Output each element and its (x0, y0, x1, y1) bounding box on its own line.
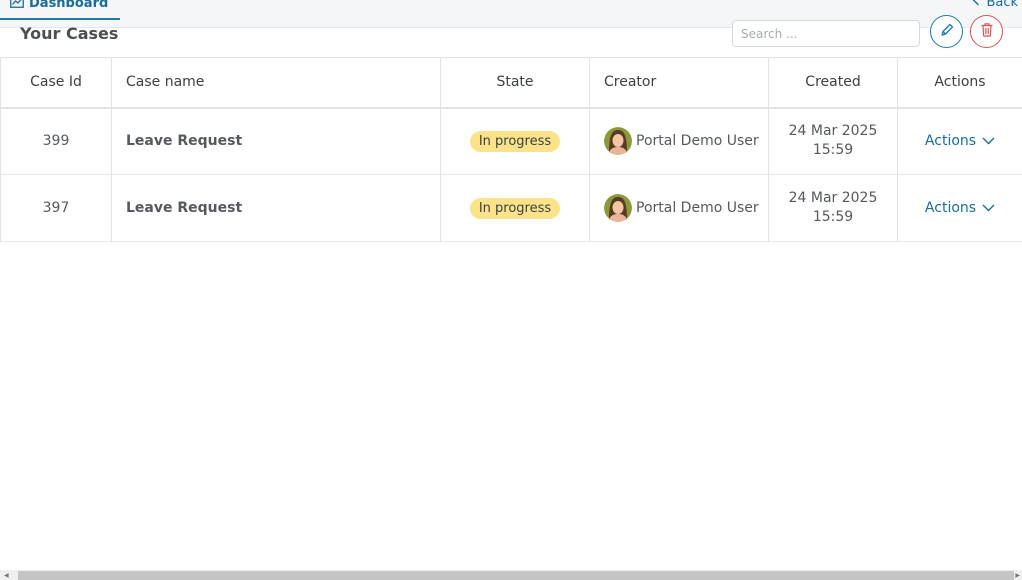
actions-label: Actions (924, 200, 977, 216)
col-header-creator[interactable]: Creator (589, 57, 769, 108)
creator-name: Portal Demo User (636, 200, 759, 216)
state-cell: In progress (440, 174, 590, 242)
created-date: 24 Mar 2025 (788, 190, 878, 206)
col-header-created[interactable]: Created (768, 57, 898, 108)
created-date: 24 Mar 2025 (788, 123, 878, 140)
scrollbar-thumb[interactable] (18, 571, 1014, 580)
status-badge: In progress (469, 197, 561, 219)
scroll-left-arrow-icon[interactable]: ◀ (4, 572, 9, 579)
created-time: 15:59 (812, 209, 854, 225)
page-title: Your Cases (20, 24, 119, 43)
actions-dropdown[interactable]: Actions (925, 133, 995, 149)
table-header-row: Case Id Case name State Creator Created … (0, 57, 1022, 108)
tab-dashboard-label: Dashboard (29, 0, 109, 11)
creator-cell: Portal Demo User (589, 107, 769, 175)
cases-header: Your Cases (0, 15, 1022, 57)
actions-label: Actions (924, 133, 977, 150)
dashboard-chart-icon (10, 0, 29, 11)
pencil-icon (939, 22, 955, 42)
trash-icon (980, 22, 994, 42)
chevron-down-icon (976, 200, 995, 216)
status-badge: In progress (469, 130, 561, 152)
back-link[interactable]: Back (972, 0, 1018, 10)
horizontal-scrollbar[interactable]: ◀ ▶ (0, 570, 1022, 580)
case-name[interactable]: Leave Request (111, 107, 441, 175)
edit-button[interactable] (930, 15, 963, 48)
delete-button[interactable] (970, 15, 1003, 48)
col-header-case-name[interactable]: Case name (111, 57, 441, 108)
state-cell: In progress (440, 107, 590, 175)
actions-cell: Actions (897, 174, 1022, 242)
tab-dashboard[interactable]: Dashboard (0, 0, 120, 20)
case-name[interactable]: Leave Request (111, 174, 441, 242)
chevron-down-icon (976, 133, 995, 149)
avatar (604, 194, 632, 222)
col-header-state[interactable]: State (440, 57, 590, 108)
created-cell: 24 Mar 2025 15:59 (768, 174, 898, 242)
scroll-right-arrow-icon[interactable]: ▶ (1015, 572, 1020, 579)
actions-dropdown[interactable]: Actions (925, 200, 995, 216)
chevron-left-icon (972, 0, 986, 10)
avatar (604, 127, 632, 156)
col-header-actions: Actions (897, 57, 1022, 108)
table-row[interactable]: 397 Leave Request In progress Portal Dem… (0, 174, 1022, 242)
col-header-case-id[interactable]: Case Id (0, 57, 112, 108)
back-label: Back (986, 0, 1018, 10)
table-row[interactable]: 399 Leave Request In progress Portal Dem… (0, 107, 1022, 175)
created-cell: 24 Mar 2025 15:59 (768, 107, 898, 175)
case-id: 397 (0, 174, 112, 242)
creator-cell: Portal Demo User (589, 174, 769, 242)
search-input[interactable] (732, 20, 920, 47)
created-time: 15:59 (812, 142, 854, 159)
case-id: 399 (0, 107, 112, 175)
actions-cell: Actions (897, 107, 1022, 175)
cases-table: Case Id Case name State Creator Created … (0, 57, 1022, 242)
creator-name: Portal Demo User (636, 133, 759, 150)
